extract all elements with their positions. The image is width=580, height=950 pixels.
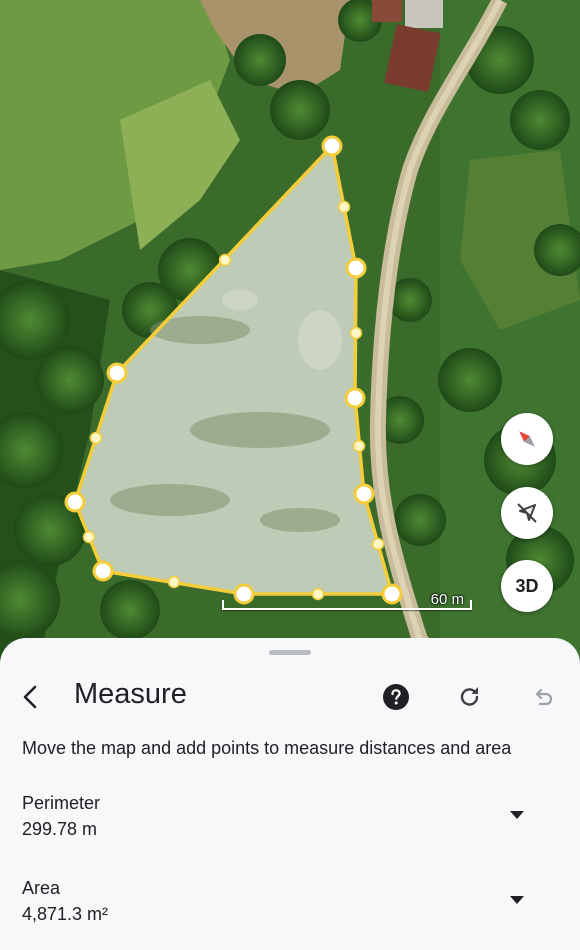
vertex-handle[interactable] [106,362,128,384]
midpoint-handle[interactable] [218,253,232,267]
measure-bottom-sheet: Measure Move the map and add points to m… [0,638,580,950]
vertex-handle[interactable] [321,135,343,157]
toggle-3d-button[interactable]: 3D [501,560,553,612]
perimeter-unit-dropdown[interactable] [506,805,528,825]
midpoint-handle[interactable] [337,200,351,214]
vertex-handle[interactable] [345,257,367,279]
area-row[interactable]: Area 4,871.3 m² [0,878,580,948]
midpoint-handle[interactable] [82,530,96,544]
instruction-text: Move the map and add points to measure d… [22,738,512,758]
undo-button[interactable] [528,682,558,712]
dropdown-arrow-icon [510,896,524,904]
back-arrow-icon [23,685,37,709]
redo-icon [460,687,479,706]
midpoint-handle[interactable] [371,537,385,551]
undo-icon [535,688,553,706]
vertex-handle[interactable] [344,387,366,409]
midpoint-handle[interactable] [167,575,181,589]
satellite-map[interactable]: 60 m 3D [0,0,580,660]
midpoint-handle[interactable] [349,326,363,340]
area-value: 4,871.3 m² [22,904,109,924]
dropdown-arrow-icon [510,811,524,819]
toggle-3d-label: 3D [515,575,539,596]
area-unit-dropdown[interactable] [506,890,528,910]
back-button[interactable] [14,680,48,714]
area-label: Area [22,878,61,898]
redo-button[interactable] [455,682,485,712]
scale-bar: 60 m [222,590,472,616]
vertex-handle[interactable] [92,560,114,582]
scale-line [222,600,472,610]
measure-midpoints[interactable] [82,200,385,601]
perimeter-row[interactable]: Perimeter 299.78 m [0,793,580,863]
compass-icon [519,431,535,447]
sheet-drag-handle[interactable] [269,650,311,655]
measure-vertices[interactable] [64,135,403,605]
help-button[interactable] [381,682,411,712]
vertex-handle[interactable] [353,483,375,505]
midpoint-handle[interactable] [89,431,103,445]
compass-button[interactable] [501,413,553,465]
location-off-icon [517,503,537,523]
measure-overlay [64,135,403,605]
vertex-handle[interactable] [64,491,86,513]
perimeter-value: 299.78 m [22,819,98,839]
midpoint-handle[interactable] [352,439,366,453]
recenter-button[interactable] [501,487,553,539]
perimeter-label: Perimeter [22,793,101,813]
help-icon [383,684,409,710]
sheet-title: Measure [74,678,187,710]
